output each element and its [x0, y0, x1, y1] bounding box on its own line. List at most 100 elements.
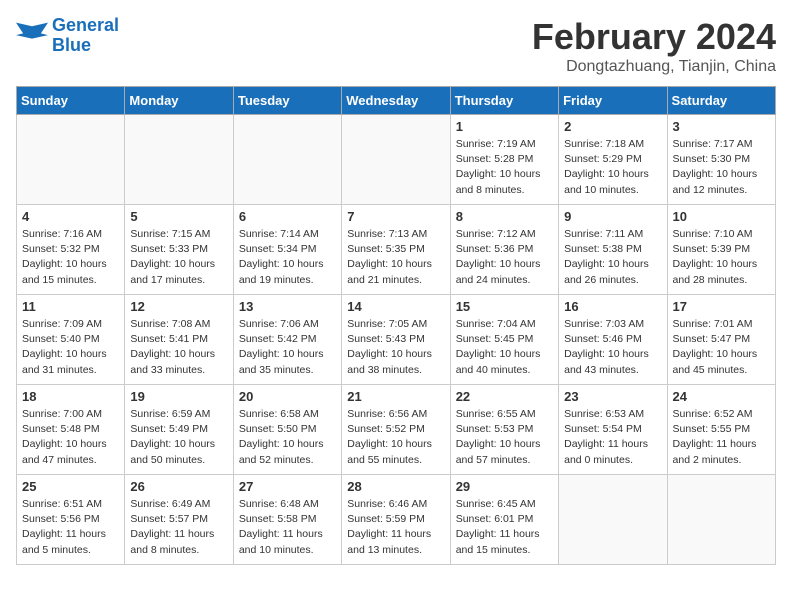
day-number: 17 [673, 299, 770, 314]
day-info: Sunrise: 7:01 AM Sunset: 5:47 PM Dayligh… [673, 317, 770, 378]
calendar-cell: 2 Sunrise: 7:18 AM Sunset: 5:29 PM Daylig… [559, 115, 667, 205]
logo-text: General Blue [52, 16, 119, 56]
day-number: 13 [239, 299, 336, 314]
day-info: Sunrise: 6:56 AM Sunset: 5:52 PM Dayligh… [347, 407, 444, 468]
calendar-cell: 13 Sunrise: 7:06 AM Sunset: 5:42 PM Dayli… [233, 295, 341, 385]
day-info: Sunrise: 7:08 AM Sunset: 5:41 PM Dayligh… [130, 317, 227, 378]
calendar-cell: 24 Sunrise: 6:52 AM Sunset: 5:55 PM Dayli… [667, 385, 775, 475]
day-info: Sunrise: 7:19 AM Sunset: 5:28 PM Dayligh… [456, 137, 553, 198]
day-info: Sunrise: 7:06 AM Sunset: 5:42 PM Dayligh… [239, 317, 336, 378]
calendar-cell: 21 Sunrise: 6:56 AM Sunset: 5:52 PM Dayli… [342, 385, 450, 475]
day-info: Sunrise: 7:04 AM Sunset: 5:45 PM Dayligh… [456, 317, 553, 378]
calendar-cell: 5 Sunrise: 7:15 AM Sunset: 5:33 PM Daylig… [125, 205, 233, 295]
day-number: 18 [22, 389, 119, 404]
day-info: Sunrise: 7:09 AM Sunset: 5:40 PM Dayligh… [22, 317, 119, 378]
day-info: Sunrise: 7:17 AM Sunset: 5:30 PM Dayligh… [673, 137, 770, 198]
day-info: Sunrise: 7:00 AM Sunset: 5:48 PM Dayligh… [22, 407, 119, 468]
day-number: 16 [564, 299, 661, 314]
day-info: Sunrise: 6:58 AM Sunset: 5:50 PM Dayligh… [239, 407, 336, 468]
page-header: General Blue February 2024 Dongtazhuang,… [16, 16, 776, 76]
calendar-table: SundayMondayTuesdayWednesdayThursdayFrid… [16, 86, 776, 565]
day-number: 29 [456, 479, 553, 494]
calendar-cell: 15 Sunrise: 7:04 AM Sunset: 5:45 PM Dayli… [450, 295, 558, 385]
day-number: 3 [673, 119, 770, 134]
day-number: 1 [456, 119, 553, 134]
day-info: Sunrise: 7:15 AM Sunset: 5:33 PM Dayligh… [130, 227, 227, 288]
day-number: 26 [130, 479, 227, 494]
calendar-header-row: SundayMondayTuesdayWednesdayThursdayFrid… [17, 87, 776, 115]
calendar-cell: 19 Sunrise: 6:59 AM Sunset: 5:49 PM Dayli… [125, 385, 233, 475]
calendar-week-row: 11 Sunrise: 7:09 AM Sunset: 5:40 PM Dayli… [17, 295, 776, 385]
calendar-cell [559, 475, 667, 565]
calendar-cell: 26 Sunrise: 6:49 AM Sunset: 5:57 PM Dayli… [125, 475, 233, 565]
calendar-cell [342, 115, 450, 205]
day-info: Sunrise: 7:05 AM Sunset: 5:43 PM Dayligh… [347, 317, 444, 378]
calendar-cell [233, 115, 341, 205]
day-number: 7 [347, 209, 444, 224]
weekday-header: Wednesday [342, 87, 450, 115]
month-title: February 2024 [532, 16, 776, 58]
calendar-cell: 22 Sunrise: 6:55 AM Sunset: 5:53 PM Dayli… [450, 385, 558, 475]
day-info: Sunrise: 7:12 AM Sunset: 5:36 PM Dayligh… [456, 227, 553, 288]
calendar-cell: 23 Sunrise: 6:53 AM Sunset: 5:54 PM Dayli… [559, 385, 667, 475]
day-info: Sunrise: 6:59 AM Sunset: 5:49 PM Dayligh… [130, 407, 227, 468]
day-number: 22 [456, 389, 553, 404]
day-number: 27 [239, 479, 336, 494]
day-number: 20 [239, 389, 336, 404]
day-number: 14 [347, 299, 444, 314]
calendar-cell: 3 Sunrise: 7:17 AM Sunset: 5:30 PM Daylig… [667, 115, 775, 205]
day-info: Sunrise: 6:55 AM Sunset: 5:53 PM Dayligh… [456, 407, 553, 468]
calendar-cell: 14 Sunrise: 7:05 AM Sunset: 5:43 PM Dayli… [342, 295, 450, 385]
day-info: Sunrise: 7:14 AM Sunset: 5:34 PM Dayligh… [239, 227, 336, 288]
day-number: 25 [22, 479, 119, 494]
day-info: Sunrise: 6:48 AM Sunset: 5:58 PM Dayligh… [239, 497, 336, 558]
day-number: 21 [347, 389, 444, 404]
calendar-cell: 25 Sunrise: 6:51 AM Sunset: 5:56 PM Dayli… [17, 475, 125, 565]
day-info: Sunrise: 7:18 AM Sunset: 5:29 PM Dayligh… [564, 137, 661, 198]
day-number: 2 [564, 119, 661, 134]
calendar-cell: 27 Sunrise: 6:48 AM Sunset: 5:58 PM Dayli… [233, 475, 341, 565]
day-info: Sunrise: 7:10 AM Sunset: 5:39 PM Dayligh… [673, 227, 770, 288]
calendar-cell [17, 115, 125, 205]
calendar-cell: 7 Sunrise: 7:13 AM Sunset: 5:35 PM Daylig… [342, 205, 450, 295]
calendar-cell: 6Sunrise: 7:14 AM Sunset: 5:34 PM Daylig… [233, 205, 341, 295]
day-number: 10 [673, 209, 770, 224]
calendar-cell: 18 Sunrise: 7:00 AM Sunset: 5:48 PM Dayli… [17, 385, 125, 475]
day-info: Sunrise: 7:13 AM Sunset: 5:35 PM Dayligh… [347, 227, 444, 288]
day-number: 8 [456, 209, 553, 224]
day-number: 9 [564, 209, 661, 224]
day-info: Sunrise: 6:49 AM Sunset: 5:57 PM Dayligh… [130, 497, 227, 558]
day-number: 19 [130, 389, 227, 404]
weekday-header: Friday [559, 87, 667, 115]
day-info: Sunrise: 7:16 AM Sunset: 5:32 PM Dayligh… [22, 227, 119, 288]
calendar-week-row: 4 Sunrise: 7:16 AM Sunset: 5:32 PM Daylig… [17, 205, 776, 295]
day-info: Sunrise: 6:51 AM Sunset: 5:56 PM Dayligh… [22, 497, 119, 558]
weekday-header: Tuesday [233, 87, 341, 115]
calendar-cell: 8 Sunrise: 7:12 AM Sunset: 5:36 PM Daylig… [450, 205, 558, 295]
logo-bird-icon [16, 22, 48, 50]
calendar-cell: 12 Sunrise: 7:08 AM Sunset: 5:41 PM Dayli… [125, 295, 233, 385]
weekday-header: Monday [125, 87, 233, 115]
day-info: Sunrise: 6:46 AM Sunset: 5:59 PM Dayligh… [347, 497, 444, 558]
calendar-cell: 17 Sunrise: 7:01 AM Sunset: 5:47 PM Dayli… [667, 295, 775, 385]
weekday-header: Sunday [17, 87, 125, 115]
calendar-cell: 29Sunrise: 6:45 AM Sunset: 6:01 PM Dayli… [450, 475, 558, 565]
day-number: 23 [564, 389, 661, 404]
calendar-week-row: 18 Sunrise: 7:00 AM Sunset: 5:48 PM Dayli… [17, 385, 776, 475]
calendar-cell: 4 Sunrise: 7:16 AM Sunset: 5:32 PM Daylig… [17, 205, 125, 295]
day-number: 11 [22, 299, 119, 314]
calendar-week-row: 1 Sunrise: 7:19 AM Sunset: 5:28 PM Daylig… [17, 115, 776, 205]
day-info: Sunrise: 6:52 AM Sunset: 5:55 PM Dayligh… [673, 407, 770, 468]
day-info: Sunrise: 7:11 AM Sunset: 5:38 PM Dayligh… [564, 227, 661, 288]
day-info: Sunrise: 6:53 AM Sunset: 5:54 PM Dayligh… [564, 407, 661, 468]
day-number: 4 [22, 209, 119, 224]
title-section: February 2024 Dongtazhuang, Tianjin, Chi… [532, 16, 776, 76]
day-number: 24 [673, 389, 770, 404]
day-number: 5 [130, 209, 227, 224]
day-number: 28 [347, 479, 444, 494]
weekday-header: Thursday [450, 87, 558, 115]
day-number: 15 [456, 299, 553, 314]
calendar-cell: 1 Sunrise: 7:19 AM Sunset: 5:28 PM Daylig… [450, 115, 558, 205]
day-number: 12 [130, 299, 227, 314]
calendar-cell: 20 Sunrise: 6:58 AM Sunset: 5:50 PM Dayli… [233, 385, 341, 475]
